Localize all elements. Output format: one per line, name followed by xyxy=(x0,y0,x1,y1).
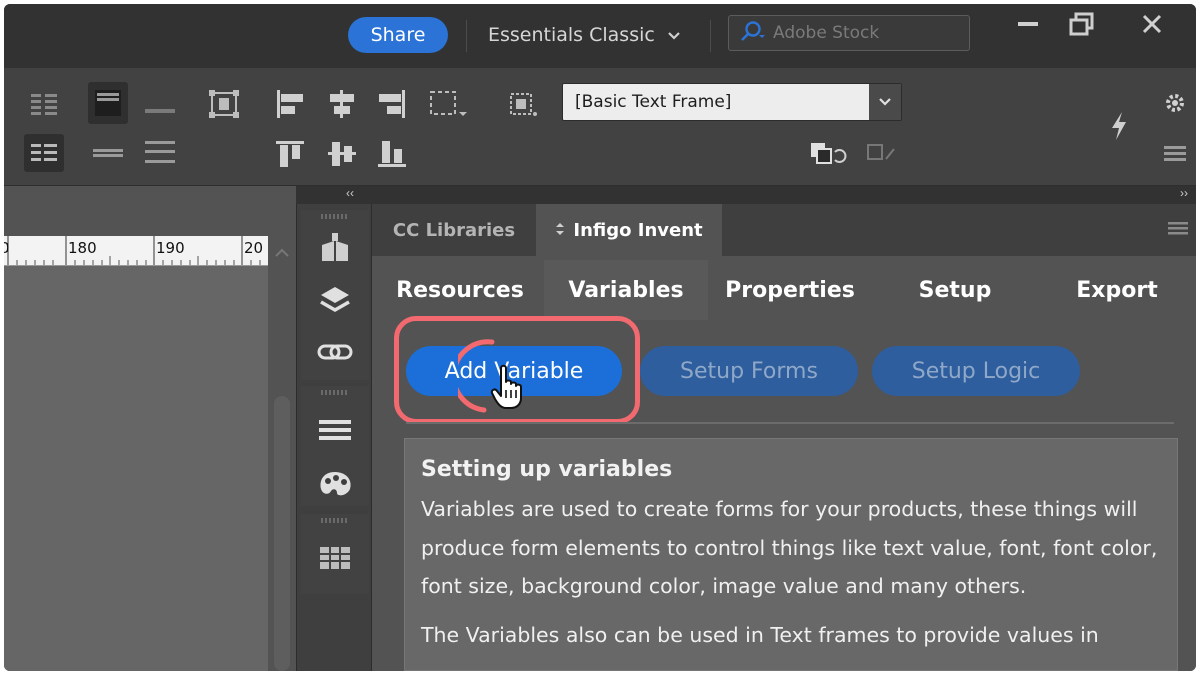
lines-center-icon[interactable] xyxy=(90,138,126,168)
tab-export[interactable]: Export xyxy=(1038,260,1196,320)
workspace-label: Essentials Classic xyxy=(488,24,655,46)
fitting-icon[interactable] xyxy=(502,84,542,124)
align-left-lines-icon[interactable] xyxy=(26,86,62,122)
share-button[interactable]: Share xyxy=(348,17,448,53)
dock-group xyxy=(301,514,369,594)
lines-spread-icon[interactable] xyxy=(142,134,178,170)
document-area: 0 180 190 20 xyxy=(4,186,296,671)
transform-icon[interactable] xyxy=(204,84,244,124)
align-top-edges-icon[interactable] xyxy=(270,134,310,174)
add-variable-button[interactable]: Add Variable xyxy=(406,346,622,396)
grip-handle[interactable] xyxy=(321,518,349,523)
pasteboard[interactable] xyxy=(4,266,268,671)
expand-collapse-icon xyxy=(555,220,565,241)
lightning-icon[interactable] xyxy=(1104,106,1134,146)
restore-button[interactable] xyxy=(1054,8,1110,40)
close-button[interactable] xyxy=(1124,8,1180,40)
info-title: Setting up variables xyxy=(421,457,673,482)
gear-icon[interactable] xyxy=(1160,88,1190,118)
tab-label: CC Libraries xyxy=(392,219,516,241)
setup-logic-button[interactable]: Setup Logic xyxy=(872,346,1080,396)
table-grid-icon[interactable] xyxy=(315,538,355,578)
panel-collapse-strip: ‹‹ ›› xyxy=(296,186,1196,204)
collapse-right-icon[interactable]: ›› xyxy=(1180,186,1188,200)
ruler-label: 20 xyxy=(244,239,264,257)
sub-tab-bar: Resources Variables Properties Setup Exp… xyxy=(372,260,1196,320)
close-icon xyxy=(1142,14,1162,34)
clear-overrides-icon[interactable] xyxy=(804,138,850,168)
select-container-icon[interactable] xyxy=(424,84,472,124)
info-box: Setting up variables Variables are used … xyxy=(404,438,1178,671)
title-bar: Share Essentials Classic xyxy=(4,4,1196,68)
search-input[interactable] xyxy=(773,23,963,43)
align-left-edges-icon[interactable] xyxy=(270,84,310,124)
divider xyxy=(466,20,467,52)
indesign-window: Share Essentials Classic Adobe Stock [Ba… xyxy=(4,4,1196,671)
info-paragraph: The Variables also can be used in Text f… xyxy=(421,622,1099,647)
layers-icon[interactable] xyxy=(315,280,355,320)
minimize-icon xyxy=(1018,22,1038,26)
search-icon xyxy=(739,20,765,47)
control-bar: [Basic Text Frame] xyxy=(4,68,1196,186)
infigo-invent-icon[interactable] xyxy=(315,410,355,450)
grip-handle[interactable] xyxy=(321,390,349,395)
scroll-up-icon xyxy=(275,248,289,257)
chevron-down-icon[interactable] xyxy=(869,84,901,120)
align-right-edges-icon[interactable] xyxy=(372,84,412,124)
ruler-label: 180 xyxy=(68,239,97,257)
paragraph-lines-icon[interactable] xyxy=(24,134,64,172)
tab-label: Infigo Invent xyxy=(573,219,703,241)
ruler-label: 190 xyxy=(156,239,185,257)
scrollbar-thumb[interactable] xyxy=(274,396,290,671)
cc-libraries-icon[interactable] xyxy=(315,228,355,268)
frame-top-icon[interactable] xyxy=(88,82,128,124)
workspace-switcher[interactable]: Essentials Classic xyxy=(488,18,681,52)
info-paragraph: Variables are used to create forms for y… xyxy=(421,497,1158,598)
horizontal-ruler: 0 180 190 20 xyxy=(4,236,268,266)
restore-icon xyxy=(1069,12,1094,36)
tab-infigo-invent[interactable]: Infigo Invent xyxy=(536,204,722,256)
chevron-down-icon xyxy=(667,29,681,45)
break-link-icon xyxy=(860,138,900,168)
object-style-select[interactable]: [Basic Text Frame] xyxy=(562,83,902,121)
ruler-label: 0 xyxy=(4,239,10,257)
divider xyxy=(406,422,1174,424)
setup-forms-button[interactable]: Setup Forms xyxy=(640,346,858,396)
tab-resources[interactable]: Resources xyxy=(376,260,544,320)
divider xyxy=(710,20,711,52)
panel-tab-bar: CC Libraries Infigo Invent xyxy=(372,204,1196,256)
align-vertical-centers-icon[interactable] xyxy=(322,134,362,174)
infigo-invent-panel: CC Libraries Infigo Invent Resources Var… xyxy=(372,204,1196,671)
grip-handle[interactable] xyxy=(321,214,349,219)
menu-icon[interactable] xyxy=(1160,138,1190,168)
frame-bottom-icon[interactable] xyxy=(142,92,178,122)
panel-menu-icon[interactable] xyxy=(1168,220,1192,240)
tab-properties[interactable]: Properties xyxy=(708,260,872,320)
adobe-stock-search[interactable] xyxy=(728,15,970,51)
tab-setup[interactable]: Setup xyxy=(872,260,1038,320)
tab-cc-libraries[interactable]: CC Libraries xyxy=(372,204,536,256)
swatches-icon[interactable] xyxy=(315,464,355,504)
align-horizontal-centers-icon[interactable] xyxy=(322,84,362,124)
panel-dock xyxy=(296,204,372,671)
align-bottom-edges-icon[interactable] xyxy=(372,134,412,174)
object-style-value: [Basic Text Frame] xyxy=(575,92,732,112)
tab-variables[interactable]: Variables xyxy=(544,260,708,320)
dock-group xyxy=(301,210,369,380)
dock-group xyxy=(301,386,369,506)
minimize-button[interactable] xyxy=(1000,8,1056,40)
vertical-scrollbar[interactable] xyxy=(268,236,296,671)
links-icon[interactable] xyxy=(315,332,355,372)
collapse-left-icon[interactable]: ‹‹ xyxy=(346,186,354,200)
